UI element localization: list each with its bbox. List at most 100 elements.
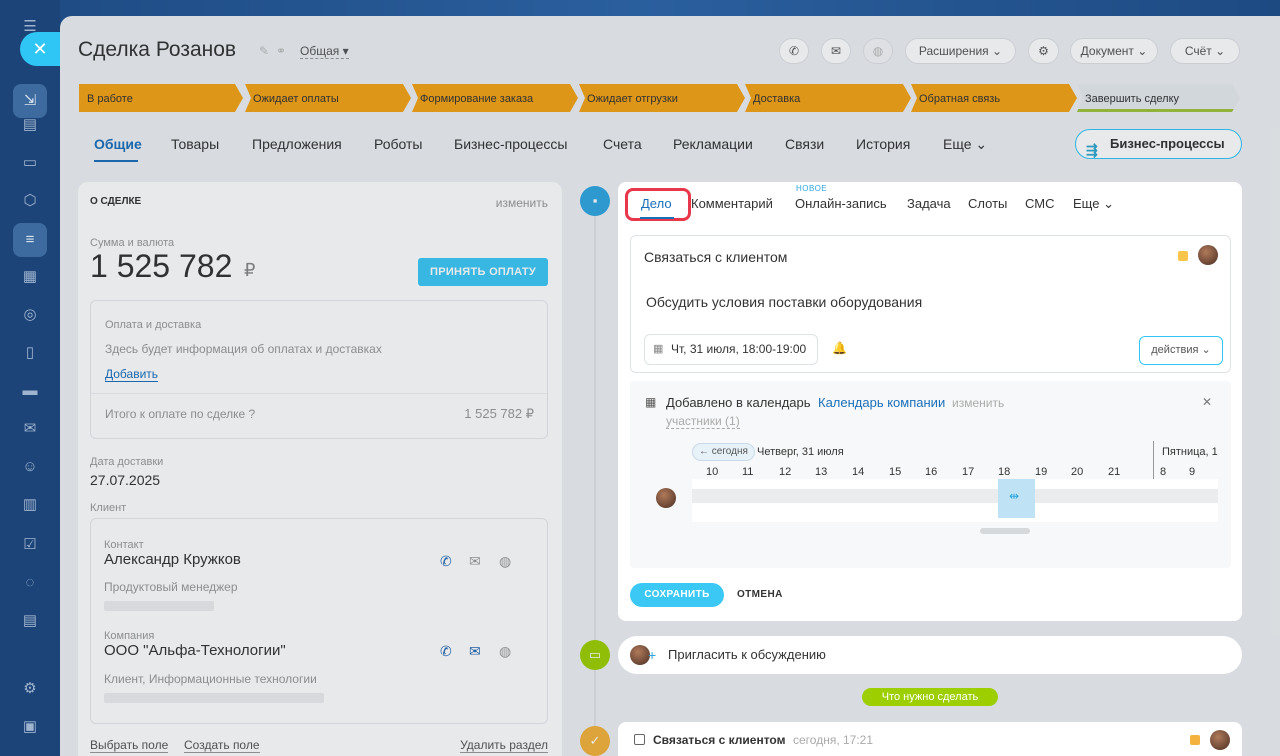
actions-button[interactable]: действия ⌄ — [1139, 336, 1223, 365]
tab-activity[interactable]: Дело — [641, 196, 672, 211]
today-button[interactable]: ← сегодня — [692, 443, 755, 461]
mail-icon[interactable]: ✉ — [469, 643, 481, 660]
tab-sms[interactable]: СМС — [1025, 196, 1054, 211]
calendar-icon[interactable]: ▦ — [21, 268, 39, 286]
chevron-down-icon: ⌄ — [992, 44, 1003, 58]
robot-icon[interactable]: ◎ — [21, 306, 39, 324]
deadline-picker[interactable]: ▦ Чт, 31 июля, 18:00-19:00 — [644, 334, 818, 365]
about-deal-card: О СДЕЛКЕ изменить Сумма и валюта 1 525 7… — [78, 182, 562, 756]
collapse-icon[interactable]: ⇲ — [13, 84, 47, 118]
chat-button[interactable]: ◍ — [863, 38, 893, 64]
document-button[interactable]: Документ ⌄ — [1070, 38, 1158, 64]
list-icon[interactable]: ▤ — [21, 612, 39, 630]
client-block: Контакт Александр Кружков ✆ ✉ ◍ Продукто… — [90, 518, 548, 724]
tab-task[interactable]: Задача — [907, 196, 951, 211]
tab-more[interactable]: Еще ⌄ — [943, 136, 987, 153]
stage-in-work[interactable]: В работе — [79, 84, 243, 112]
create-field-link[interactable]: Создать поле — [184, 738, 260, 753]
phone-icon[interactable]: ✆ — [440, 553, 452, 570]
tab-products[interactable]: Товары — [171, 136, 219, 152]
tab-comment[interactable]: Комментарий — [691, 196, 773, 211]
checkbox-icon[interactable]: ☑ — [21, 536, 39, 554]
todo-badge: Что нужно сделать — [862, 688, 998, 706]
phone-icon[interactable]: ✆ — [440, 643, 452, 660]
tab-links[interactable]: Связи — [785, 136, 824, 152]
contact-label: Контакт — [104, 539, 144, 551]
tab-claims[interactable]: Рекламации — [673, 136, 753, 152]
edit-icon[interactable]: ✎ — [259, 44, 269, 58]
chat-icon[interactable]: ◍ — [499, 553, 511, 570]
hexagon-icon[interactable]: ⬡ — [21, 192, 39, 210]
activity-description-input[interactable]: Обсудить условия поставки оборудования — [646, 294, 922, 310]
invite-to-discussion[interactable]: + Пригласить к обсуждению — [618, 636, 1242, 674]
close-slider-button[interactable]: ✕ — [20, 32, 60, 66]
stage-finish-deal[interactable]: Завершить сделку — [1077, 84, 1240, 112]
color-marker[interactable] — [1178, 251, 1188, 261]
tab-history[interactable]: История — [856, 136, 910, 152]
resize-handle-icon[interactable]: ⇹ — [1009, 489, 1019, 503]
card-icon[interactable]: ▬ — [21, 382, 39, 400]
contact-name[interactable]: Александр Кружков — [104, 551, 241, 568]
add-payment-link[interactable]: Добавить — [105, 367, 159, 382]
active-tab-underline — [94, 160, 138, 162]
chat-icon[interactable]: ▭ — [21, 154, 39, 172]
stage-order-forming[interactable]: Формирование заказа — [412, 84, 578, 112]
bell-icon[interactable]: 🔔 — [832, 341, 847, 355]
tab-more[interactable]: Еще ⌄ — [1073, 196, 1114, 212]
tab-business-processes[interactable]: Бизнес-процессы — [454, 136, 567, 152]
horizontal-scrollbar[interactable] — [980, 528, 1030, 534]
chevron-down-icon: ⌄ — [1215, 44, 1226, 58]
divider — [91, 393, 547, 394]
delete-section-link[interactable]: Удалить раздел — [460, 738, 548, 753]
printer-icon[interactable]: ▣ — [21, 718, 39, 736]
users-icon[interactable]: ☺ — [21, 458, 39, 476]
todo-item[interactable]: Связаться с клиентом сегодня, 17:21 — [618, 722, 1242, 756]
hour-tick: 13 — [815, 466, 828, 478]
file-icon[interactable]: ▯ — [21, 344, 39, 362]
calendar-change-link[interactable]: изменить — [952, 396, 1004, 410]
hour-tick: 21 — [1108, 466, 1121, 478]
tab-slots[interactable]: Слоты — [968, 196, 1007, 211]
save-button[interactable]: СОХРАНИТЬ — [630, 583, 724, 607]
mail-icon[interactable]: ✉ — [469, 553, 481, 570]
settings-button[interactable]: ⚙ — [1028, 38, 1059, 64]
blurred-address — [104, 693, 324, 703]
company-name[interactable]: ООО "Альфа-Технологии" — [104, 642, 286, 659]
chart-icon[interactable]: ▥ — [21, 496, 39, 514]
page-title: Сделка Розанов — [78, 38, 237, 61]
mail-icon[interactable]: ✉ — [21, 420, 39, 438]
tab-online-booking[interactable]: Онлайн-запись — [795, 196, 887, 211]
chat-icon[interactable]: ◍ — [499, 643, 511, 660]
hour-tick: 15 — [889, 466, 902, 478]
document-icon[interactable]: ▤ — [21, 116, 39, 134]
stage-awaiting-payment[interactable]: Ожидает оплаты — [245, 84, 411, 112]
calendar-name-link[interactable]: Календарь компании — [818, 395, 945, 410]
activity-title-input[interactable]: Связаться с клиентом — [644, 249, 787, 265]
filter-icon[interactable]: ≡ — [13, 223, 47, 257]
category-selector[interactable]: Общая ▾ — [300, 44, 349, 59]
tab-general[interactable]: Общие — [94, 136, 142, 152]
tab-offers[interactable]: Предложения — [252, 136, 342, 152]
accept-payment-button[interactable]: ПРИНЯТЬ ОПЛАТУ — [418, 258, 548, 286]
edit-link[interactable]: изменить — [496, 196, 548, 210]
invoice-button[interactable]: Счёт ⌄ — [1170, 38, 1240, 64]
business-processes-button[interactable]: ⇶ Бизнес-процессы — [1075, 129, 1242, 159]
email-button[interactable]: ✉ — [821, 38, 851, 64]
link-icon[interactable]: ⚭ — [276, 44, 286, 58]
close-icon[interactable]: ✕ — [1202, 395, 1212, 409]
stage-feedback[interactable]: Обратная связь — [911, 84, 1077, 112]
phone-icon: ✆ — [788, 44, 800, 58]
stage-delivery[interactable]: Доставка — [745, 84, 911, 112]
settings-icon[interactable]: ⚙ — [21, 680, 39, 698]
tab-invoices[interactable]: Счета — [603, 136, 642, 152]
select-field-link[interactable]: Выбрать поле — [90, 738, 169, 753]
call-button[interactable]: ✆ — [779, 38, 809, 64]
todo-checkbox[interactable] — [634, 734, 645, 745]
stage-awaiting-shipment[interactable]: Ожидает отгрузки — [579, 84, 745, 112]
responsible-avatar[interactable] — [1198, 245, 1218, 265]
tab-robots[interactable]: Роботы — [374, 136, 422, 152]
cancel-button[interactable]: ОТМЕНА — [737, 589, 783, 600]
extensions-button[interactable]: Расширения ⌄ — [905, 38, 1016, 64]
participants-link[interactable]: участники (1) — [666, 414, 740, 429]
circle-icon[interactable]: ◌ — [21, 574, 39, 592]
